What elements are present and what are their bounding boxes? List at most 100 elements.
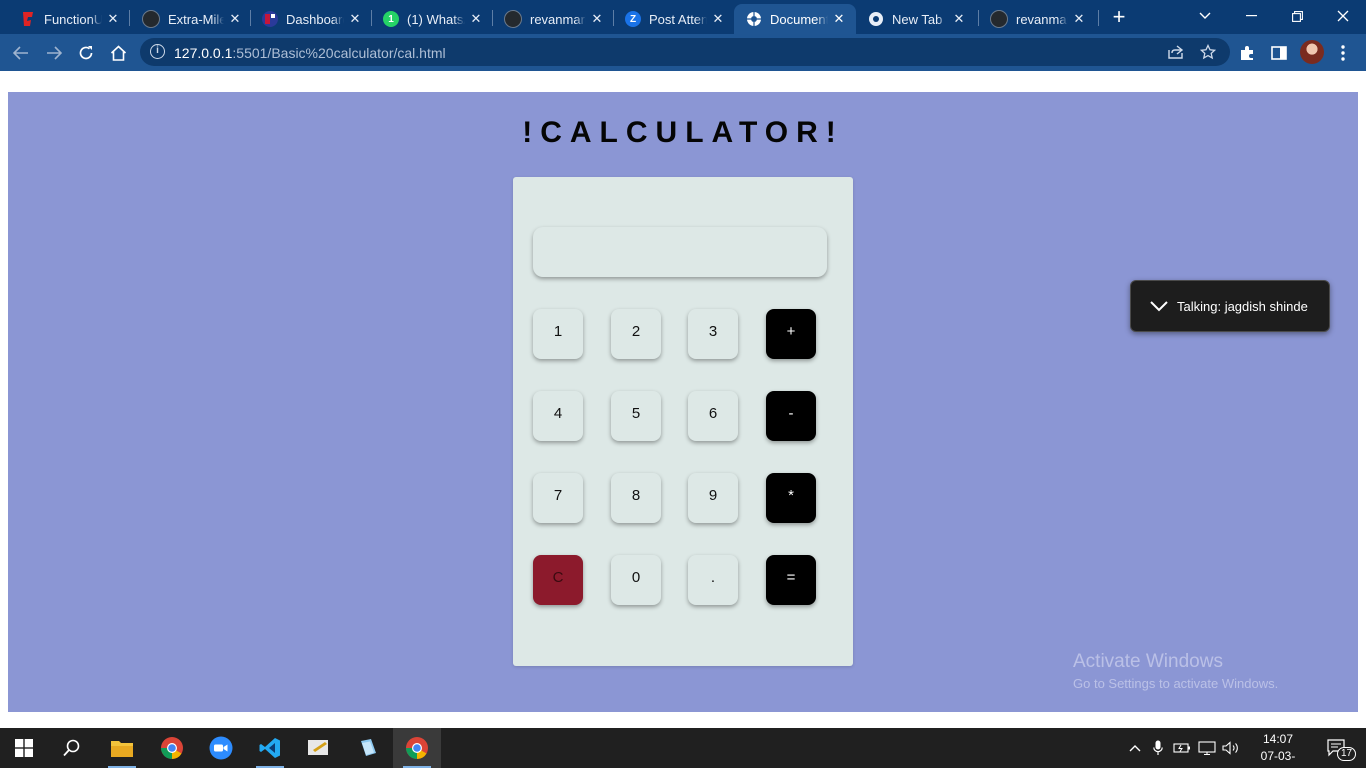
key-7[interactable]: 7 xyxy=(533,473,583,523)
zoom-talking-indicator[interactable]: Talking: jagdish shinde xyxy=(1130,280,1330,332)
vscode-icon[interactable] xyxy=(246,728,294,768)
key-0[interactable]: 0 xyxy=(611,555,661,605)
url-text[interactable]: 127.0.0.1:5501/Basic%20calculator/cal.ht… xyxy=(174,45,446,61)
zoom-icon[interactable] xyxy=(197,728,245,768)
close-tab-icon[interactable]: ✕ xyxy=(469,11,483,27)
tab-title: Dashboard xyxy=(286,11,344,27)
volume-icon[interactable] xyxy=(1220,728,1242,768)
key-subtract[interactable]: - xyxy=(766,391,816,441)
tab-whatsapp[interactable]: 1 (1) WhatsApp ✕ xyxy=(363,4,493,34)
tab-post-attendance[interactable]: Z Post Attendance ✕ xyxy=(605,4,735,34)
page-title: !CALCULATOR! xyxy=(522,116,844,149)
start-icon[interactable] xyxy=(0,728,48,768)
notification-count: 17 xyxy=(1337,747,1357,761)
notepad-icon[interactable] xyxy=(344,728,392,768)
extensions-icon[interactable] xyxy=(1236,42,1258,64)
url-host: 127.0.0.1 xyxy=(174,45,233,61)
profile-avatar[interactable] xyxy=(1300,40,1324,64)
close-tab-icon[interactable]: ✕ xyxy=(106,11,120,27)
dashboard-icon xyxy=(262,11,278,27)
tab-dashboard[interactable]: Dashboard ✕ xyxy=(242,4,372,34)
bookmark-star-icon[interactable] xyxy=(1197,41,1219,63)
close-tab-icon[interactable]: ✕ xyxy=(832,11,846,27)
key-5[interactable]: 5 xyxy=(611,391,661,441)
menu-dots-icon[interactable] xyxy=(1332,42,1354,64)
close-tab-icon[interactable]: ✕ xyxy=(348,11,362,27)
new-tab-button[interactable]: + xyxy=(1108,5,1130,29)
tab-title: New Tab xyxy=(892,11,943,27)
page-body: !CALCULATOR! 1 2 3 + 4 5 6 - 7 8 9 * C 0… xyxy=(8,92,1358,712)
browser-toolbar: i 127.0.0.1:5501/Basic%20calculator/cal.… xyxy=(0,34,1366,71)
close-tab-icon[interactable]: ✕ xyxy=(590,11,604,27)
tab-functionup[interactable]: FunctionUp ✕ xyxy=(0,4,130,34)
tab-extra-miles[interactable]: Extra-Miles ✕ xyxy=(122,4,252,34)
clock-time: 14:07 xyxy=(1262,732,1294,746)
key-multiply[interactable]: * xyxy=(766,473,816,523)
key-8[interactable]: 8 xyxy=(611,473,661,523)
github-icon xyxy=(990,10,1008,28)
side-panel-icon[interactable] xyxy=(1268,42,1290,64)
whatsapp-icon: 1 xyxy=(383,11,399,27)
search-icon[interactable] xyxy=(48,728,96,768)
tab-search-chevron-icon[interactable] xyxy=(1182,0,1228,32)
key-decimal[interactable]: . xyxy=(688,555,738,605)
key-clear[interactable]: C xyxy=(533,555,583,605)
restore-icon[interactable] xyxy=(1274,0,1320,32)
site-info-icon[interactable]: i xyxy=(150,44,165,59)
talking-text: Talking: jagdish shinde xyxy=(1177,298,1308,314)
tab-title: (1) WhatsApp xyxy=(407,11,465,27)
key-6[interactable]: 6 xyxy=(688,391,738,441)
tab-document[interactable]: Document ✕ xyxy=(734,4,856,34)
tab-title: Document xyxy=(770,11,828,27)
calculator-display[interactable] xyxy=(533,227,827,277)
home-icon[interactable] xyxy=(107,42,129,64)
activate-windows-watermark: Activate Windows Go to Settings to activ… xyxy=(1073,651,1278,691)
clock-date: 07-03-2023 xyxy=(1260,749,1296,780)
chrome-active-icon[interactable] xyxy=(393,728,441,768)
close-tab-icon[interactable]: ✕ xyxy=(1072,11,1086,27)
tray-expand-icon[interactable] xyxy=(1124,728,1146,768)
tab-new-tab[interactable]: New Tab ✕ xyxy=(856,4,976,34)
calculator: 1 2 3 + 4 5 6 - 7 8 9 * C 0 . = xyxy=(513,177,853,666)
globe-icon xyxy=(746,11,762,27)
tab-revanmark-2[interactable]: revanmark ✕ xyxy=(970,4,1096,34)
tab-strip: FunctionUp ✕ Extra-Miles ✕ Dashboard ✕ 1… xyxy=(0,0,1366,34)
github-icon xyxy=(504,10,522,28)
key-9[interactable]: 9 xyxy=(688,473,738,523)
tab-divider xyxy=(1098,10,1099,26)
battery-icon[interactable] xyxy=(1171,728,1193,768)
reload-icon[interactable] xyxy=(75,42,97,64)
key-1[interactable]: 1 xyxy=(533,309,583,359)
zoho-icon: Z xyxy=(625,11,641,27)
key-3[interactable]: 3 xyxy=(688,309,738,359)
activate-windows-title: Activate Windows xyxy=(1073,651,1223,672)
chrome-icon[interactable] xyxy=(148,728,196,768)
notification-center-icon[interactable]: 17 xyxy=(1320,728,1357,768)
address-bar[interactable]: i 127.0.0.1:5501/Basic%20calculator/cal.… xyxy=(140,38,1230,66)
share-icon[interactable] xyxy=(1165,41,1187,63)
tab-title: revanmark xyxy=(1016,11,1068,27)
close-tab-icon[interactable]: ✕ xyxy=(952,11,966,27)
chrome-icon xyxy=(868,11,884,27)
whiteboard-icon[interactable] xyxy=(295,728,343,768)
activate-windows-subtitle: Go to Settings to activate Windows. xyxy=(1073,676,1279,691)
network-icon[interactable] xyxy=(1196,728,1218,768)
microphone-icon[interactable] xyxy=(1148,728,1168,768)
tab-title: Extra-Miles xyxy=(168,11,224,27)
windows-taskbar: 14:07 07-03-2023 17 xyxy=(0,728,1366,780)
tab-revanmark[interactable]: revanmark ✕ xyxy=(484,4,614,34)
back-icon[interactable] xyxy=(10,42,32,64)
close-tab-icon[interactable]: ✕ xyxy=(711,11,725,27)
forward-icon[interactable] xyxy=(43,42,65,64)
key-4[interactable]: 4 xyxy=(533,391,583,441)
close-window-icon[interactable] xyxy=(1320,0,1366,32)
tab-title: FunctionUp xyxy=(44,11,102,27)
key-2[interactable]: 2 xyxy=(611,309,661,359)
key-equals[interactable]: = xyxy=(766,555,816,605)
key-add[interactable]: + xyxy=(766,309,816,359)
system-clock[interactable]: 14:07 07-03-2023 xyxy=(1248,731,1308,782)
file-explorer-icon[interactable] xyxy=(98,728,146,768)
chevron-down-icon xyxy=(1150,301,1168,312)
minimize-icon[interactable] xyxy=(1228,0,1274,32)
close-tab-icon[interactable]: ✕ xyxy=(228,11,242,27)
